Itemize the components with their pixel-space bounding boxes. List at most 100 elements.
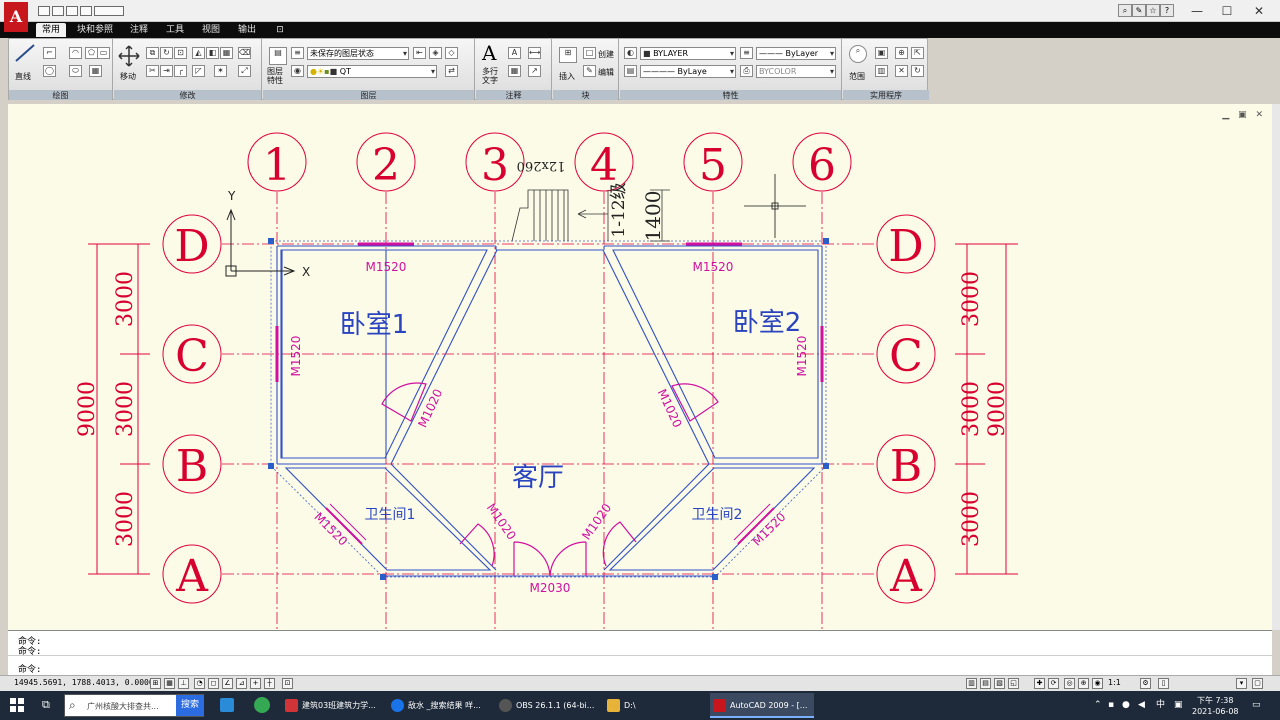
snap-toggle[interactable]: ⊞ <box>150 678 161 689</box>
array-icon[interactable]: ▦ <box>220 47 233 59</box>
ime-mode-icon[interactable]: ▣ <box>1174 691 1183 720</box>
scale-icon[interactable]: ⤢ <box>238 65 251 77</box>
minimize-button[interactable]: — <box>1182 2 1212 20</box>
polar-toggle[interactable]: ◔ <box>194 678 205 689</box>
plot-style-icon[interactable]: ⎙ <box>740 65 753 77</box>
clean-screen-button[interactable]: ▢ <box>1252 678 1263 689</box>
new-file-icon[interactable] <box>38 6 50 16</box>
hatch-icon[interactable]: ▦ <box>89 65 102 77</box>
clock[interactable]: 下午 7:38 2021-06-08 <box>1192 691 1239 717</box>
ellipse-icon[interactable]: ⬭ <box>69 65 82 77</box>
annotation-add-button[interactable]: ⚙ <box>1140 678 1151 689</box>
line-tool-icon[interactable] <box>14 43 36 63</box>
tab-home[interactable]: 常用 <box>36 23 66 37</box>
move-icon[interactable] <box>118 45 140 67</box>
list-properties-icon[interactable]: ▤ <box>624 65 637 77</box>
command-prompt[interactable]: 命令: <box>18 662 41 675</box>
mtext-icon[interactable]: A <box>482 41 496 65</box>
offset-icon[interactable]: ⊡ <box>174 47 187 59</box>
measure-icon[interactable]: ▥ <box>875 65 888 77</box>
pan-icon[interactable]: ▣ <box>875 47 888 59</box>
tray-chevron-icon[interactable]: ⌃ <box>1094 691 1102 720</box>
insert-block-icon[interactable]: ⊞ <box>559 47 577 63</box>
notification-icon[interactable]: ▭ <box>1252 691 1261 720</box>
tab-view[interactable]: 视图 <box>196 23 226 37</box>
pan-button[interactable]: ▧ <box>994 678 1005 689</box>
showmotion-button[interactable]: ⟳ <box>1048 678 1059 689</box>
zoom-button[interactable]: ◱ <box>1008 678 1019 689</box>
layer-match-icon[interactable]: ⇄ <box>445 65 458 77</box>
circle-icon[interactable]: ◯ <box>43 65 56 77</box>
ortho-toggle[interactable]: ⊥ <box>178 678 189 689</box>
color-combo[interactable]: ■ BYLAYER <box>640 47 736 60</box>
taskbar-item-explorer[interactable]: D:\ <box>604 693 704 718</box>
extend-icon[interactable]: ⇥ <box>160 65 173 77</box>
ime-indicator[interactable]: 中 <box>1156 691 1165 720</box>
workspace-button[interactable]: ◉ <box>1092 678 1103 689</box>
star-icon[interactable]: ☆ <box>1146 4 1160 17</box>
model-toggle[interactable]: ⊡ <box>282 678 293 689</box>
lineweight-combo[interactable]: ——— ByLayer <box>756 47 836 60</box>
windows-start-icon[interactable] <box>10 698 24 712</box>
taskbar-item-word[interactable]: 建筑03班建筑力学... <box>282 693 382 718</box>
current-layer-combo[interactable]: ●☀▪■ QT <box>307 65 437 78</box>
help-icon[interactable]: ? <box>1160 4 1174 17</box>
quick-select-icon[interactable]: ⇱ <box>911 47 924 59</box>
steering-wheel-button[interactable]: ✚ <box>1034 678 1045 689</box>
polyline-icon[interactable]: ⌐ <box>43 47 56 59</box>
otrack-toggle[interactable]: ∠ <box>222 678 233 689</box>
floor-plan[interactable]: 1 2 3 4 5 6 D C B A D C B A 3000 3000 30… <box>8 104 1272 630</box>
lock-button[interactable]: ▯ <box>1158 678 1169 689</box>
tray-app-icon[interactable]: ● <box>1122 691 1130 720</box>
annotation-scale[interactable]: 1:1 <box>1108 678 1121 687</box>
create-block-icon[interactable]: □ <box>583 47 596 59</box>
mail-app-icon[interactable] <box>220 698 234 712</box>
arc-icon[interactable]: ◠ <box>69 47 82 59</box>
taskbar-item-autocad[interactable]: AutoCAD 2009 - [... <box>710 693 814 718</box>
layer-state-icon[interactable]: ≡ <box>291 47 304 59</box>
layer-state-combo[interactable]: 未保存的图层状态 <box>307 47 409 60</box>
grid-toggle[interactable]: ▦ <box>164 678 175 689</box>
open-file-icon[interactable] <box>52 6 64 16</box>
erase-icon[interactable]: ⌫ <box>238 47 251 59</box>
pin-icon[interactable]: ✎ <box>1132 4 1146 17</box>
single-text-icon[interactable]: A <box>508 47 521 59</box>
lineweight-icon[interactable]: ≡ <box>740 47 753 59</box>
orbit-button[interactable]: ◎ <box>1064 678 1075 689</box>
status-menu-button[interactable]: ▾ <box>1236 678 1247 689</box>
regen-icon[interactable]: ↻ <box>911 65 924 77</box>
maximize-button[interactable]: ☐ <box>1212 2 1242 20</box>
plot-style-combo[interactable]: BYCOLOR <box>756 65 836 78</box>
mirror-icon[interactable]: ◭ <box>192 47 205 59</box>
drawing-canvas[interactable]: 1 2 3 4 5 6 D C B A D C B A 3000 3000 30… <box>8 104 1272 630</box>
search-icon[interactable]: ⌕ <box>1118 4 1132 17</box>
fillet-icon[interactable]: ╭ <box>174 65 187 77</box>
tab-annotate[interactable]: 注释 <box>124 23 154 37</box>
leader-icon[interactable]: ↗ <box>528 65 541 77</box>
edit-block-icon[interactable]: ✎ <box>583 65 596 77</box>
ducs-toggle[interactable]: ⊿ <box>236 678 247 689</box>
undo-redo-icon[interactable] <box>94 6 124 16</box>
taskbar-item-browser[interactable]: 敌水 _搜索结果 咩... <box>388 693 490 718</box>
calc-icon[interactable]: ⊕ <box>895 47 908 59</box>
dyn-toggle[interactable]: + <box>250 678 261 689</box>
osnap-toggle[interactable]: ◻ <box>208 678 219 689</box>
command-window[interactable]: 命令: 命令: 命令: <box>8 630 1272 675</box>
model-space-button[interactable]: ▥ <box>966 678 977 689</box>
layout-button[interactable]: ▤ <box>980 678 991 689</box>
table-icon[interactable]: ▦ <box>508 65 521 77</box>
layer-properties-icon[interactable]: ▤ <box>269 47 287 65</box>
rotate-icon[interactable]: ↻ <box>160 47 173 59</box>
drawing-window-controls[interactable]: ▁ ▣ ✕ <box>1222 110 1266 120</box>
edge-browser-icon[interactable] <box>254 697 270 713</box>
coordinates-readout[interactable]: 14945.5691, 1788.4013, 0.0000 <box>14 678 154 687</box>
search-button[interactable]: 搜索 <box>176 695 204 716</box>
vertical-scrollbar[interactable] <box>1272 104 1280 630</box>
trim-icon[interactable]: ✂ <box>146 65 159 77</box>
taskbar-item-obs[interactable]: OBS 26.1.1 (64-bi... <box>496 693 598 718</box>
point-style-icon[interactable]: ✕ <box>895 65 908 77</box>
zoom-extents-icon[interactable]: ⌕ <box>849 45 867 63</box>
task-view-icon[interactable]: ⧉ <box>42 698 56 712</box>
chamfer-icon[interactable]: ◸ <box>192 65 205 77</box>
layer-prev-icon[interactable]: ⇤ <box>413 47 426 59</box>
